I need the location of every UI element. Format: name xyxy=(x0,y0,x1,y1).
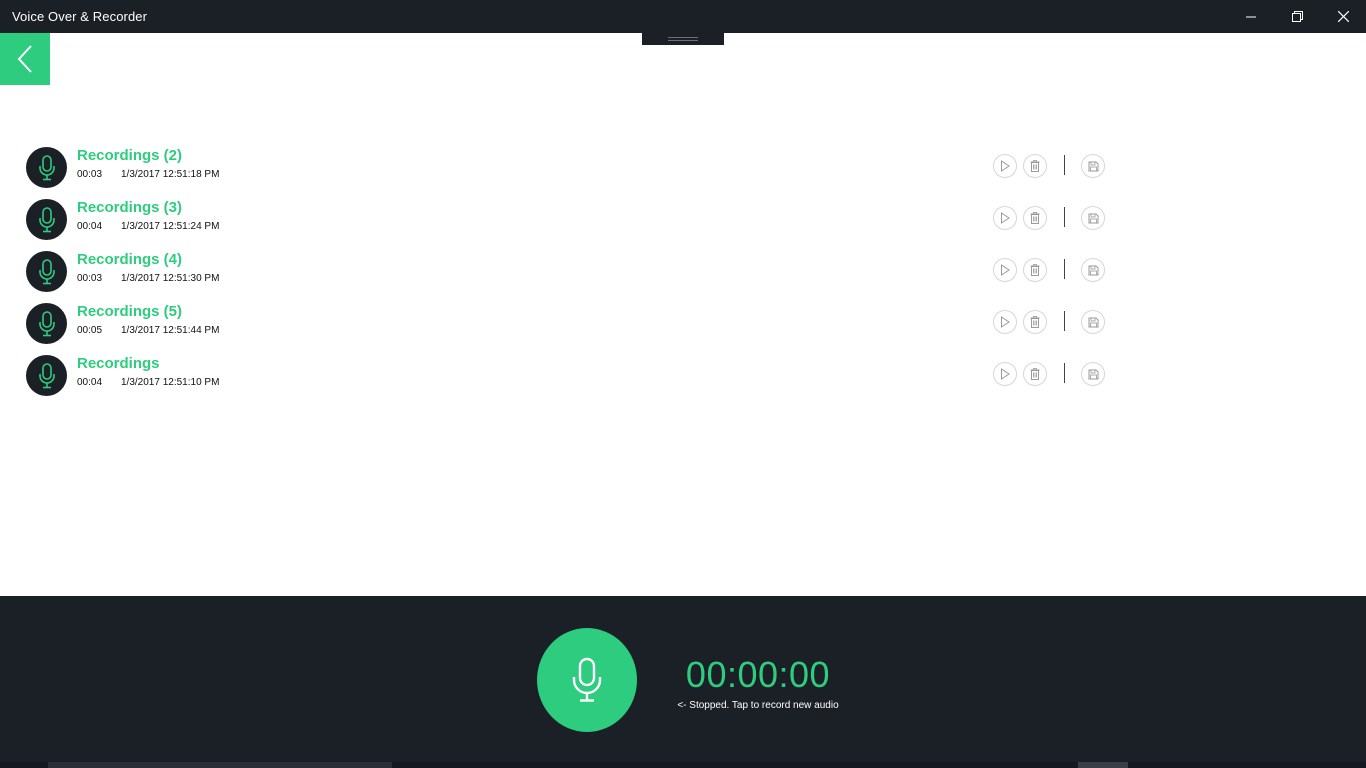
delete-button[interactable] xyxy=(1023,258,1047,282)
back-button[interactable] xyxy=(0,33,50,85)
recording-date: 1/3/2017 12:51:24 PM xyxy=(121,221,220,232)
restore-icon xyxy=(1291,11,1303,22)
recording-duration: 00:03 xyxy=(77,169,103,180)
recording-avatar xyxy=(26,199,67,240)
save-button[interactable] xyxy=(1081,362,1105,386)
play-icon xyxy=(1001,368,1010,380)
app-title: Voice Over & Recorder xyxy=(12,9,148,24)
play-icon xyxy=(1001,316,1010,328)
save-icon xyxy=(1088,317,1098,327)
restore-button[interactable] xyxy=(1274,0,1320,33)
microphone-icon xyxy=(38,154,55,180)
recording-row[interactable]: Recordings (3) 00:04 1/3/2017 12:51:24 P… xyxy=(0,198,1366,250)
minimize-button[interactable] xyxy=(1228,0,1274,33)
save-button[interactable] xyxy=(1081,258,1105,282)
recording-name[interactable]: Recordings (4) xyxy=(77,251,182,268)
row-divider xyxy=(1064,311,1065,331)
microphone-icon xyxy=(38,206,55,232)
save-button[interactable] xyxy=(1081,154,1105,178)
row-divider xyxy=(1064,259,1065,279)
delete-button[interactable] xyxy=(1023,154,1047,178)
recording-row[interactable]: Recordings 00:04 1/3/2017 12:51:10 PM xyxy=(0,354,1366,406)
save-icon xyxy=(1088,161,1098,171)
recording-avatar xyxy=(26,303,67,344)
recording-date: 1/3/2017 12:51:18 PM xyxy=(121,169,220,180)
recording-avatar xyxy=(26,355,67,396)
recording-avatar xyxy=(26,251,67,292)
recording-date: 1/3/2017 12:51:10 PM xyxy=(121,377,220,388)
recording-row[interactable]: Recordings (5) 00:05 1/3/2017 12:51:44 P… xyxy=(0,302,1366,354)
chevron-left-icon xyxy=(17,45,32,73)
recording-avatar xyxy=(26,147,67,188)
recording-row[interactable]: Recordings (4) 00:03 1/3/2017 12:51:30 P… xyxy=(0,250,1366,302)
microphone-icon xyxy=(38,258,55,284)
play-button[interactable] xyxy=(993,154,1017,178)
record-button[interactable] xyxy=(537,628,637,732)
recording-name[interactable]: Recordings (5) xyxy=(77,303,182,320)
row-divider xyxy=(1064,207,1065,227)
delete-button[interactable] xyxy=(1023,206,1047,230)
trash-icon xyxy=(1030,264,1040,276)
recording-row[interactable]: Recordings (2) 00:03 1/3/2017 12:51:18 P… xyxy=(0,146,1366,198)
save-button[interactable] xyxy=(1081,310,1105,334)
play-button[interactable] xyxy=(993,310,1017,334)
recorder-status: <- Stopped. Tap to record new audio xyxy=(677,700,839,711)
delete-button[interactable] xyxy=(1023,362,1047,386)
play-button[interactable] xyxy=(993,206,1017,230)
trash-icon xyxy=(1030,160,1040,172)
play-button[interactable] xyxy=(993,362,1017,386)
microphone-icon xyxy=(38,362,55,388)
recording-date: 1/3/2017 12:51:30 PM xyxy=(121,273,220,284)
play-button[interactable] xyxy=(993,258,1017,282)
recording-duration: 00:04 xyxy=(77,221,103,232)
recording-name[interactable]: Recordings (2) xyxy=(77,147,182,164)
delete-button[interactable] xyxy=(1023,310,1047,334)
recording-duration: 00:03 xyxy=(77,273,103,284)
microphone-icon xyxy=(572,657,602,702)
row-divider xyxy=(1064,363,1065,383)
close-button[interactable] xyxy=(1320,0,1366,33)
save-icon xyxy=(1088,369,1098,379)
trash-icon xyxy=(1030,368,1040,380)
save-icon xyxy=(1088,213,1098,223)
recorder-panel: 00:00:00 <- Stopped. Tap to record new a… xyxy=(0,596,1366,768)
save-icon xyxy=(1088,265,1098,275)
minimize-icon xyxy=(1246,16,1256,17)
title-bar: Voice Over & Recorder xyxy=(0,0,1366,33)
recording-name[interactable]: Recordings xyxy=(77,355,160,372)
trash-icon xyxy=(1030,212,1040,224)
close-icon xyxy=(1337,11,1349,22)
recording-timer: 00:00:00 xyxy=(685,654,831,695)
row-divider xyxy=(1064,155,1065,175)
play-icon xyxy=(1001,212,1010,224)
recording-duration: 00:05 xyxy=(77,325,103,336)
taskbar-strip xyxy=(0,762,1366,768)
play-icon xyxy=(1001,264,1010,276)
recording-date: 1/3/2017 12:51:44 PM xyxy=(121,325,220,336)
trash-icon xyxy=(1030,316,1040,328)
recording-duration: 00:04 xyxy=(77,377,103,388)
recordings-panel: Recordings (2) 00:03 1/3/2017 12:51:18 P… xyxy=(0,33,1366,596)
play-icon xyxy=(1001,160,1010,172)
drag-handle[interactable] xyxy=(642,33,724,45)
save-button[interactable] xyxy=(1081,206,1105,230)
microphone-icon xyxy=(38,310,55,336)
recording-name[interactable]: Recordings (3) xyxy=(77,199,182,216)
